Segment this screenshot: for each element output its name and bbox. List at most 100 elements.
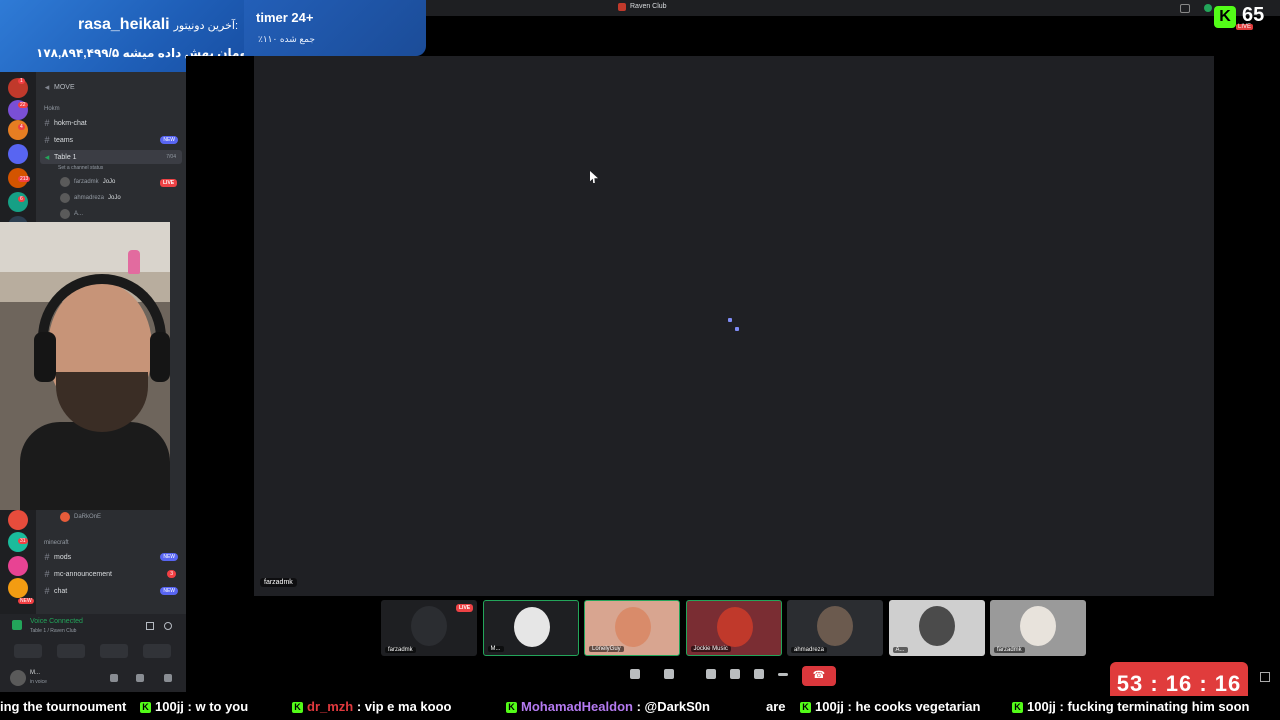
notification-badge: NEW <box>18 598 34 604</box>
gear-icon[interactable] <box>164 674 172 682</box>
notification-badge: 22 <box>18 102 28 108</box>
chat-text: : he cooks vegetarian <box>843 699 981 714</box>
noise-suppression-icon[interactable] <box>146 622 154 630</box>
leave-call-button[interactable]: ☎ <box>802 666 836 686</box>
chat-text: are <box>766 699 786 714</box>
new-badge: NEW <box>160 136 178 144</box>
chat-text: : vip e ma kooo <box>353 699 452 714</box>
chat-text: : w to you <box>183 699 249 714</box>
chat-message: K MohamadHealdon : @DarkS0n <box>506 696 710 718</box>
participant-name: M... <box>487 646 504 652</box>
server-icon[interactable] <box>8 192 28 212</box>
voice-connection-panel: Voice Connected Table 1 / Raven Club <box>0 614 186 664</box>
server-icon[interactable] <box>8 578 28 598</box>
participant-name: farzadmk <box>994 647 1025 653</box>
server-icon[interactable] <box>8 510 28 530</box>
voice-user[interactable]: ahmadreza JoJo <box>60 192 121 204</box>
soundboard-icon[interactable] <box>754 669 764 679</box>
participant-name: Jockie Music <box>690 646 731 652</box>
server-icon[interactable] <box>8 120 28 140</box>
avatar <box>513 607 550 647</box>
participant-tile[interactable]: farzadmk <box>990 600 1086 656</box>
server-icon[interactable] <box>8 556 28 576</box>
microphone-icon[interactable] <box>630 669 640 679</box>
participant-tile[interactable]: LonelyGuy <box>584 600 680 656</box>
voice-user[interactable]: A... <box>60 208 83 220</box>
participant-name: farzadmk <box>385 647 416 653</box>
avatar <box>918 606 955 646</box>
camera-off-icon[interactable] <box>664 669 674 679</box>
voice-user[interactable]: farzadmk JoJo <box>60 176 115 188</box>
timer-subtitle: ٪۱۱۰ جمع شده <box>258 34 315 44</box>
notification-badge: 4 <box>18 124 25 130</box>
avatar <box>817 606 853 646</box>
kick-badge-icon: K <box>800 702 811 714</box>
participant-tile[interactable]: A... <box>888 600 985 656</box>
channel-table-1[interactable]: ◂ Table 1 7/04 <box>40 150 182 164</box>
channel-user-count: 7/04 <box>166 154 176 160</box>
kick-badge-icon: K <box>506 702 517 714</box>
call-controls <box>620 664 800 686</box>
camera-button[interactable] <box>14 644 42 658</box>
avatar[interactable] <box>10 670 26 686</box>
screen-share-icon[interactable] <box>706 669 716 679</box>
participant-tile[interactable]: ahmadreza <box>787 600 883 656</box>
microphone-icon[interactable] <box>110 674 118 682</box>
activities-icon[interactable] <box>730 669 740 679</box>
inbox-icon[interactable] <box>1180 4 1190 13</box>
kick-badge-icon: K <box>1012 702 1023 714</box>
window-title: Raven Club <box>630 3 667 10</box>
channel-teams[interactable]: # teams NEW <box>40 133 182 147</box>
screen-share-stream[interactable] <box>254 56 1214 596</box>
channel-mc-announcement[interactable]: # mc-announcement 3 <box>40 567 182 581</box>
hash-icon: # <box>44 552 50 562</box>
category-hokm[interactable]: Hokm <box>44 106 60 112</box>
channel-hokm-chat[interactable]: # hokm-chat <box>40 116 182 130</box>
hash-icon: # <box>44 569 50 579</box>
fullscreen-icon[interactable] <box>1260 672 1270 682</box>
speaker-icon: ◂ <box>44 81 50 92</box>
phone-hangup-icon: ☎ <box>812 670 826 681</box>
kick-badge-icon: K <box>140 702 151 714</box>
chat-username: 100jj <box>815 699 844 714</box>
live-badge: LIVE <box>160 179 178 187</box>
channel-status[interactable]: Set a channel status <box>58 165 103 171</box>
channel-move[interactable]: ◂ MOVE <box>40 80 182 94</box>
disconnect-icon[interactable] <box>164 622 172 630</box>
live-badge: LIVE <box>456 604 474 612</box>
headphones-icon[interactable] <box>136 674 144 682</box>
more-options-icon[interactable] <box>778 673 788 676</box>
loading-spinner-icon <box>728 318 732 322</box>
hash-icon: # <box>44 135 50 145</box>
channel-mods[interactable]: # mods NEW <box>40 550 182 564</box>
screen-share-button[interactable] <box>57 644 85 658</box>
avatar <box>60 177 70 187</box>
soundboard-button[interactable] <box>143 644 171 658</box>
chat-text: : @DarkS0n <box>632 699 710 714</box>
participant-name: ahmadreza <box>791 647 828 653</box>
signal-icon <box>12 620 22 630</box>
chat-message: K 100jj : fucking terminating him soon <box>1012 696 1249 718</box>
participant-tile[interactable]: Jockie Music <box>685 600 782 656</box>
chat-username: 100jj <box>155 699 184 714</box>
timer-title: timer 24+ <box>256 10 314 25</box>
chat-username: 100jj <box>1027 699 1056 714</box>
activities-button[interactable] <box>100 644 128 658</box>
category-minecraft[interactable]: minecraft <box>44 540 69 546</box>
voice-user[interactable]: DaRkOnE <box>60 511 101 523</box>
speaker-icon: ◂ <box>44 151 50 162</box>
channel-chat[interactable]: # chat NEW <box>40 584 182 598</box>
participant-tile[interactable]: M... <box>482 600 579 656</box>
notification-badge: 1 <box>18 78 25 84</box>
new-badge: NEW <box>160 553 178 561</box>
chat-message: K 100jj : he cooks vegetarian <box>800 696 980 718</box>
stream-owner-label: farzadmk <box>260 578 297 587</box>
chat-message: are <box>766 696 786 718</box>
hash-icon: # <box>44 586 50 596</box>
mention-badge: 3 <box>167 570 176 578</box>
server-icon[interactable] <box>8 144 28 164</box>
avatar <box>60 209 70 219</box>
voice-channel-name[interactable]: Table 1 / Raven Club <box>30 628 76 634</box>
kick-logo-icon: K <box>1214 6 1236 28</box>
donor-name: rasa_heikali <box>77 16 170 33</box>
